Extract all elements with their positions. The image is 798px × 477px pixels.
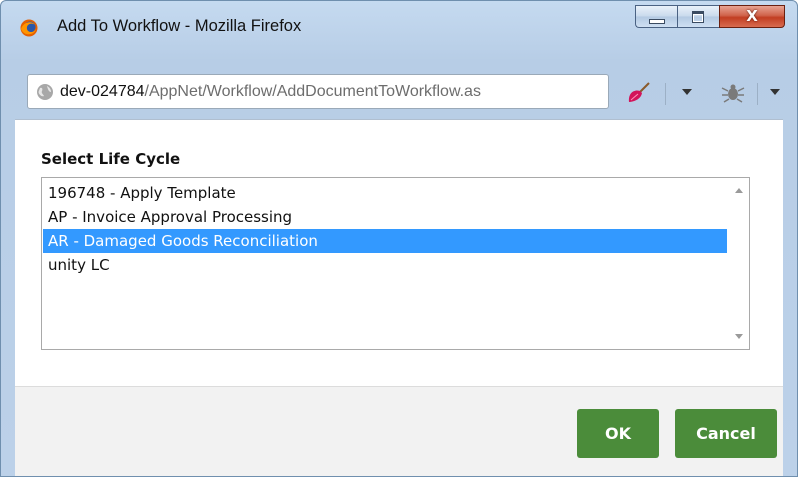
list-item[interactable]: 196748 - Apply Template xyxy=(43,181,727,205)
life-cycle-list: 196748 - Apply Template AP - Invoice Appr… xyxy=(43,181,727,277)
cancel-button[interactable]: Cancel xyxy=(675,409,777,458)
dialog-footer: OK Cancel xyxy=(15,386,783,476)
url-path: /AppNet/Workflow/AddDocumentToWorkflow.a… xyxy=(144,83,481,100)
close-icon: X xyxy=(746,7,758,25)
firefox-icon xyxy=(20,19,38,37)
navigation-toolbar: dev-024784/AppNet/Workflow/AddDocumentTo… xyxy=(1,67,797,117)
dialog-content: Select Life Cycle 196748 - Apply Templat… xyxy=(15,119,783,476)
minimize-button[interactable] xyxy=(635,5,677,28)
url-host: dev-024784 xyxy=(60,83,145,100)
window-title: Add To Workflow - Mozilla Firefox xyxy=(57,17,302,35)
title-bar[interactable]: Add To Workflow - Mozilla Firefox X xyxy=(1,1,797,45)
toolbar-separator xyxy=(665,83,666,105)
ok-button[interactable]: OK xyxy=(577,409,659,458)
url-bar[interactable]: dev-024784/AppNet/Workflow/AddDocumentTo… xyxy=(27,74,609,109)
scroll-down-icon[interactable] xyxy=(735,334,743,339)
toolbar-separator xyxy=(757,83,758,105)
url-text: dev-024784/AppNet/Workflow/AddDocumentTo… xyxy=(60,83,481,101)
close-button[interactable]: X xyxy=(719,5,785,28)
maximize-icon xyxy=(692,11,704,23)
maximize-button[interactable] xyxy=(677,5,719,28)
broom-icon[interactable] xyxy=(625,80,655,106)
chevron-down-icon[interactable] xyxy=(682,89,692,95)
window-controls: X xyxy=(635,5,785,29)
life-cycle-listbox[interactable]: 196748 - Apply Template AP - Invoice Appr… xyxy=(41,177,750,350)
list-item[interactable]: AR - Damaged Goods Reconciliation xyxy=(43,229,727,253)
bug-icon[interactable] xyxy=(719,81,747,105)
globe-icon[interactable] xyxy=(36,83,54,101)
scrollbar[interactable] xyxy=(730,178,749,349)
browser-window: Add To Workflow - Mozilla Firefox X dev-… xyxy=(0,0,798,477)
chevron-down-icon[interactable] xyxy=(770,89,780,95)
list-item[interactable]: AP - Invoice Approval Processing xyxy=(43,205,727,229)
minimize-icon xyxy=(649,19,665,24)
list-item[interactable]: unity LC xyxy=(43,253,727,277)
section-label: Select Life Cycle xyxy=(41,150,181,168)
scroll-up-icon[interactable] xyxy=(735,188,743,193)
